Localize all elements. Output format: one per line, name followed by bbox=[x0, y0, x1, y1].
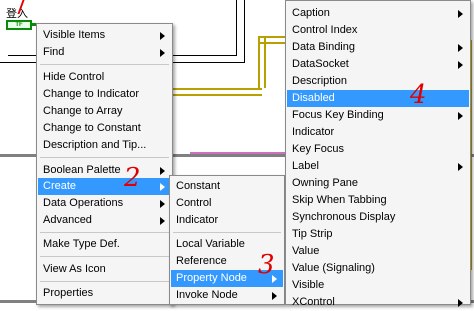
menu-item-find[interactable]: Find bbox=[38, 44, 171, 61]
menu-item-description-and-tip[interactable]: Description and Tip... bbox=[38, 137, 171, 154]
menu-item-label[interactable]: Label bbox=[287, 158, 469, 175]
menu-item-create[interactable]: Create bbox=[38, 178, 171, 195]
menu-item-description[interactable]: Description bbox=[287, 73, 469, 90]
create-submenu: Constant Control Indicator Local Variabl… bbox=[169, 175, 285, 305]
menu-item-change-to-indicator[interactable]: Change to Indicator bbox=[38, 86, 171, 103]
menu-item-boolean-palette[interactable]: Boolean Palette bbox=[38, 162, 171, 179]
menu-item-hide-control[interactable]: Hide Control bbox=[38, 69, 171, 86]
step-annotation-2: 2 bbox=[124, 163, 141, 193]
menu-item-key-focus[interactable]: Key Focus bbox=[287, 141, 469, 158]
menu-item-visible-items[interactable]: Visible Items bbox=[38, 27, 171, 44]
menu-item-focus-key-binding[interactable]: Focus Key Binding bbox=[287, 107, 469, 124]
submenu-arrow-icon bbox=[458, 44, 463, 52]
menu-separator bbox=[173, 232, 281, 233]
menu-item-change-to-constant[interactable]: Change to Constant bbox=[38, 120, 171, 137]
cluster-wire-vertical bbox=[258, 36, 266, 88]
menu-item-skip-when-tabbing[interactable]: Skip When Tabbing bbox=[287, 192, 469, 209]
menu-item-indicator[interactable]: Indicator bbox=[171, 212, 283, 229]
menu-item-indicator-property[interactable]: Indicator bbox=[287, 124, 469, 141]
submenu-arrow-icon bbox=[160, 32, 165, 40]
menu-separator bbox=[40, 256, 169, 257]
menu-item-control-index[interactable]: Control Index bbox=[287, 22, 469, 39]
boolean-terminal[interactable]: TF bbox=[6, 20, 32, 30]
menu-item-invoke-node[interactable]: Invoke Node bbox=[171, 287, 283, 304]
menu-separator bbox=[40, 157, 169, 158]
menu-item-disabled[interactable]: Disabled bbox=[287, 90, 469, 107]
menu-item-tip-strip[interactable]: Tip Strip bbox=[287, 226, 469, 243]
menu-item-control[interactable]: Control bbox=[171, 195, 283, 212]
step-annotation-3: 3 bbox=[258, 250, 275, 280]
submenu-arrow-icon bbox=[458, 61, 463, 69]
menu-item-caption[interactable]: Caption bbox=[287, 5, 469, 22]
context-menu: Visible Items Find Hide Control Change t… bbox=[36, 23, 173, 305]
submenu-arrow-icon bbox=[272, 292, 277, 300]
submenu-arrow-icon bbox=[160, 49, 165, 57]
submenu-arrow-icon bbox=[458, 163, 463, 171]
cluster-wire-lower bbox=[172, 88, 262, 96]
step-annotation-4: 4 bbox=[410, 80, 427, 110]
submenu-arrow-icon bbox=[160, 183, 165, 191]
menu-item-value[interactable]: Value bbox=[287, 243, 469, 260]
menu-item-view-as-icon[interactable]: View As Icon bbox=[38, 261, 171, 278]
menu-item-datasocket[interactable]: DataSocket bbox=[287, 56, 469, 73]
menu-item-advanced[interactable]: Advanced bbox=[38, 212, 171, 229]
menu-item-change-to-array[interactable]: Change to Array bbox=[38, 103, 171, 120]
menu-item-properties[interactable]: Properties bbox=[38, 285, 171, 302]
menu-item-value-signaling[interactable]: Value (Signaling) bbox=[287, 260, 469, 277]
submenu-arrow-icon bbox=[458, 299, 463, 307]
submenu-arrow-icon bbox=[458, 10, 463, 18]
menu-separator bbox=[40, 64, 169, 65]
submenu-arrow-icon bbox=[458, 112, 463, 120]
menu-item-make-type-def[interactable]: Make Type Def. bbox=[38, 236, 171, 253]
property-node-submenu: Caption Control Index Data Binding DataS… bbox=[285, 0, 471, 308]
menu-item-visible[interactable]: Visible bbox=[287, 277, 469, 294]
menu-item-data-operations[interactable]: Data Operations bbox=[38, 195, 171, 212]
submenu-arrow-icon bbox=[160, 167, 165, 175]
submenu-arrow-icon bbox=[160, 217, 165, 225]
submenu-arrow-icon bbox=[160, 200, 165, 208]
menu-item-constant[interactable]: Constant bbox=[171, 178, 283, 195]
menu-item-owning-pane[interactable]: Owning Pane bbox=[287, 175, 469, 192]
menu-separator bbox=[40, 281, 169, 282]
menu-separator bbox=[40, 232, 169, 233]
menu-item-data-binding[interactable]: Data Binding bbox=[287, 39, 469, 56]
menu-item-synchronous-display[interactable]: Synchronous Display bbox=[287, 209, 469, 226]
